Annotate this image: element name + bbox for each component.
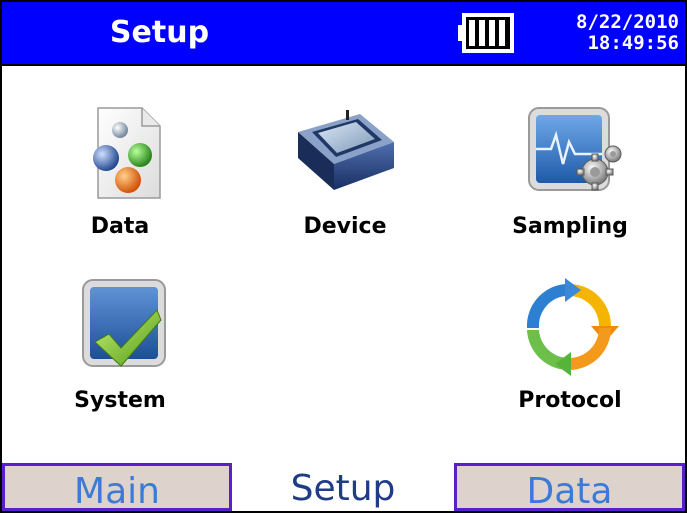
device-tile-label: Device <box>303 214 387 239</box>
datetime-display: 8/22/2010 18:49:56 <box>576 12 679 54</box>
tab-data[interactable]: Data <box>454 463 685 511</box>
system-check-icon <box>82 279 166 367</box>
device-icon <box>298 110 394 190</box>
setup-screen: Setup 8/22/2010 18:49:56 Data Device Sam… <box>0 0 687 513</box>
system-tile[interactable]: System <box>50 276 190 426</box>
device-tile[interactable]: Device <box>275 102 415 252</box>
protocol-tile[interactable]: Protocol <box>500 276 640 426</box>
protocol-tile-label: Protocol <box>518 388 622 413</box>
page-title: Setup <box>109 15 210 50</box>
date-text: 8/22/2010 <box>576 11 679 33</box>
tab-setup[interactable]: Setup <box>232 463 454 511</box>
bottom-tab-bar: Main Setup Data <box>2 463 685 511</box>
protocol-cycle-icon <box>526 278 619 376</box>
time-text: 18:49:56 <box>587 32 679 54</box>
sampling-tile-label: Sampling <box>512 214 628 239</box>
sampling-tile[interactable]: Sampling <box>500 102 640 252</box>
system-tile-label: System <box>74 388 166 413</box>
data-tile-label: Data <box>90 214 150 239</box>
data-tile[interactable]: Data <box>50 102 190 252</box>
sampling-monitor-icon <box>528 107 622 191</box>
title-bar: Setup 8/22/2010 18:49:56 <box>2 2 685 66</box>
battery-full-icon <box>458 13 514 53</box>
data-file-icon <box>93 107 161 199</box>
tab-main[interactable]: Main <box>2 463 232 511</box>
